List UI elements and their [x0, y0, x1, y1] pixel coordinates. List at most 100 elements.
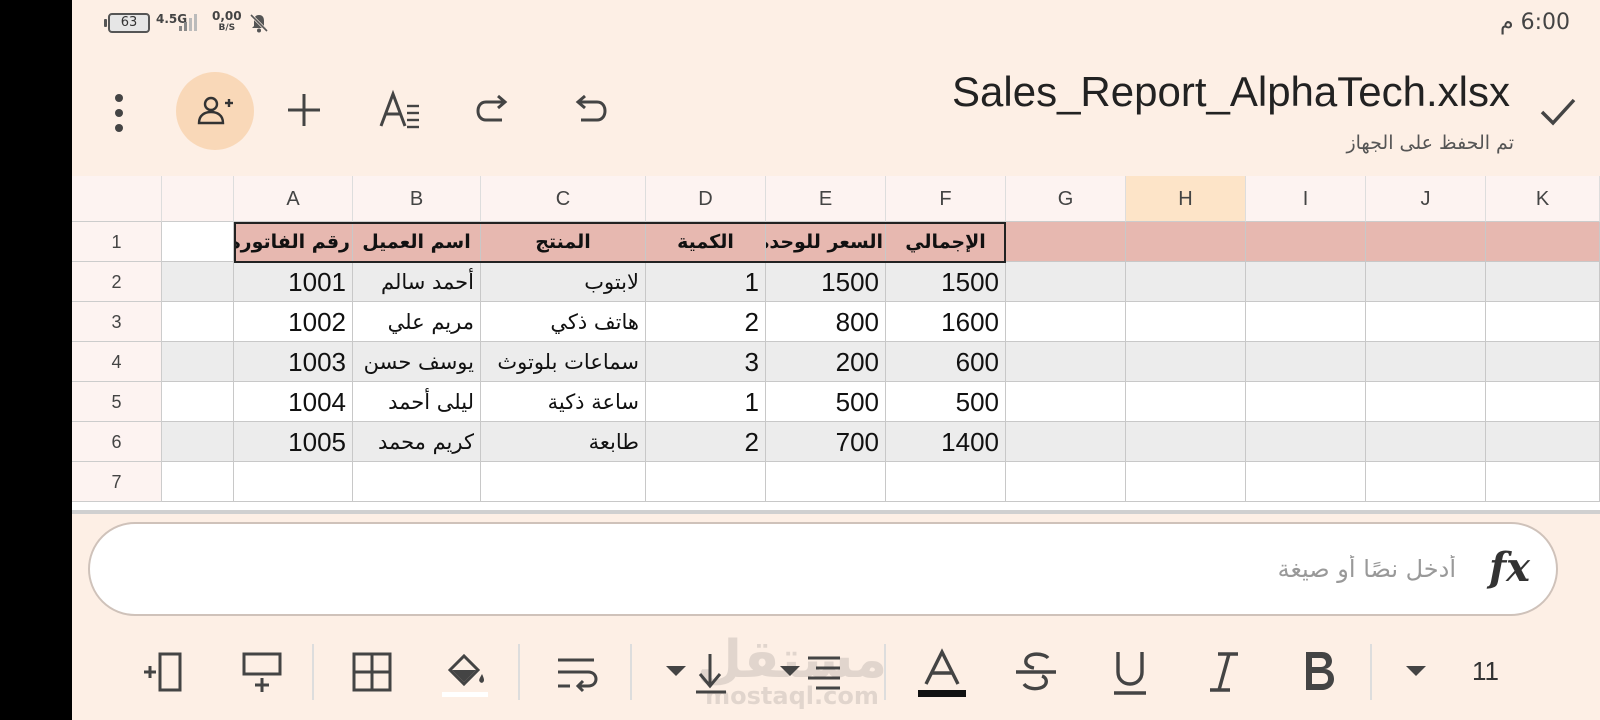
spreadsheet-grid[interactable]: ABCDEFGHIJK 1234567 رقم الفاتورة اسم العم…: [72, 176, 1600, 514]
vertical-align-icon[interactable]: [664, 646, 734, 698]
cell[interactable]: [481, 462, 646, 502]
row-header[interactable]: 3: [72, 302, 162, 342]
cell[interactable]: [162, 302, 234, 342]
cell[interactable]: [1006, 342, 1126, 382]
cell[interactable]: [1246, 462, 1366, 502]
column-header-b[interactable]: B: [353, 176, 481, 222]
cell[interactable]: [1366, 262, 1486, 302]
cell[interactable]: [646, 462, 766, 502]
cell[interactable]: [1006, 462, 1126, 502]
cell[interactable]: [1246, 422, 1366, 462]
cell[interactable]: [1126, 462, 1246, 502]
cell[interactable]: [1366, 342, 1486, 382]
cell[interactable]: [1366, 382, 1486, 422]
data-cell[interactable]: 1: [646, 262, 766, 302]
cell[interactable]: [1366, 462, 1486, 502]
header-cell[interactable]: السعر للوحدة: [766, 222, 886, 262]
data-cell[interactable]: 1600: [886, 302, 1006, 342]
row-header[interactable]: 6: [72, 422, 162, 462]
cell[interactable]: [1126, 262, 1246, 302]
cell[interactable]: [1006, 422, 1126, 462]
borders-icon[interactable]: [346, 646, 398, 698]
cell[interactable]: [1486, 422, 1600, 462]
data-cell[interactable]: 1001: [234, 262, 353, 302]
data-cell[interactable]: 1500: [766, 262, 886, 302]
data-cell[interactable]: 2: [646, 422, 766, 462]
cell[interactable]: [1006, 302, 1126, 342]
data-cell[interactable]: 1005: [234, 422, 353, 462]
row-header[interactable]: 4: [72, 342, 162, 382]
cell[interactable]: [1126, 422, 1246, 462]
data-cell[interactable]: كريم محمد: [353, 422, 481, 462]
fx-icon[interactable]: fx: [1489, 544, 1530, 591]
fill-color-icon[interactable]: [440, 646, 492, 698]
header-cell[interactable]: الإجمالي: [886, 222, 1006, 262]
data-cell[interactable]: هاتف ذكي: [481, 302, 646, 342]
cell[interactable]: [1126, 382, 1246, 422]
column-header-h[interactable]: H: [1126, 176, 1246, 222]
data-cell[interactable]: لابتوب: [481, 262, 646, 302]
data-cell[interactable]: 3: [646, 342, 766, 382]
data-cell[interactable]: 500: [766, 382, 886, 422]
cell[interactable]: [162, 462, 234, 502]
header-cell[interactable]: اسم العميل: [353, 222, 481, 262]
data-cell[interactable]: أحمد سالم: [353, 262, 481, 302]
cell[interactable]: [1006, 222, 1126, 262]
data-cell[interactable]: 1400: [886, 422, 1006, 462]
horizontal-align-icon[interactable]: [778, 646, 848, 698]
row-header[interactable]: 5: [72, 382, 162, 422]
data-cell[interactable]: 200: [766, 342, 886, 382]
cell[interactable]: [1486, 382, 1600, 422]
text-color-icon[interactable]: [916, 646, 968, 698]
row-header[interactable]: 1: [72, 222, 162, 262]
data-cell[interactable]: 600: [886, 342, 1006, 382]
data-cell[interactable]: 700: [766, 422, 886, 462]
data-cell[interactable]: 800: [766, 302, 886, 342]
cell[interactable]: [353, 462, 481, 502]
cell[interactable]: [1366, 302, 1486, 342]
strikethrough-icon[interactable]: [1010, 646, 1062, 698]
cell[interactable]: [162, 382, 234, 422]
cell[interactable]: [1246, 342, 1366, 382]
header-cell[interactable]: المنتج: [481, 222, 646, 262]
cell[interactable]: [766, 462, 886, 502]
column-header-j[interactable]: J: [1366, 176, 1486, 222]
data-cell[interactable]: 500: [886, 382, 1006, 422]
cell[interactable]: [1486, 262, 1600, 302]
cell[interactable]: [162, 222, 234, 262]
data-cell[interactable]: 1003: [234, 342, 353, 382]
column-header-e[interactable]: E: [766, 176, 886, 222]
cell[interactable]: [1126, 302, 1246, 342]
cell[interactable]: [162, 342, 234, 382]
share-button[interactable]: [176, 72, 254, 150]
cell[interactable]: [162, 422, 234, 462]
cell[interactable]: [162, 262, 234, 302]
bold-icon[interactable]: [1292, 646, 1344, 698]
data-cell[interactable]: 1: [646, 382, 766, 422]
data-cell[interactable]: 1500: [886, 262, 1006, 302]
header-cell[interactable]: رقم الفاتورة: [234, 222, 353, 262]
wrap-text-icon[interactable]: [552, 646, 604, 698]
formula-bar[interactable]: fx: [88, 522, 1558, 616]
cell[interactable]: [1006, 262, 1126, 302]
data-cell[interactable]: 1002: [234, 302, 353, 342]
text-format-icon[interactable]: [377, 88, 421, 132]
insert-row-icon[interactable]: [236, 646, 288, 698]
underline-icon[interactable]: [1104, 646, 1156, 698]
cell[interactable]: [1486, 342, 1600, 382]
done-check-icon[interactable]: [1534, 90, 1582, 134]
data-cell[interactable]: طابعة: [481, 422, 646, 462]
cell[interactable]: [1246, 262, 1366, 302]
data-cell[interactable]: مريم علي: [353, 302, 481, 342]
column-header-d[interactable]: D: [646, 176, 766, 222]
cell[interactable]: [886, 462, 1006, 502]
data-cell[interactable]: ساعة ذكية: [481, 382, 646, 422]
cell[interactable]: [1246, 302, 1366, 342]
data-cell[interactable]: يوسف حسن: [353, 342, 481, 382]
cell[interactable]: [1366, 222, 1486, 262]
font-size-value[interactable]: 11: [1472, 656, 1499, 687]
column-header-g[interactable]: G: [1006, 176, 1126, 222]
redo-icon[interactable]: [472, 88, 516, 132]
row-header[interactable]: 2: [72, 262, 162, 302]
data-cell[interactable]: 2: [646, 302, 766, 342]
